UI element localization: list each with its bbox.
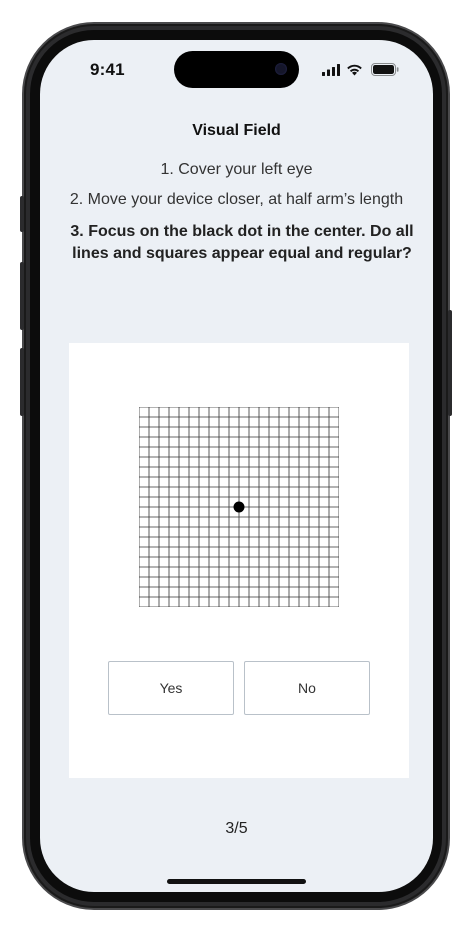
app-screen: 9:41 Visual Field 1. Cover your left eye… bbox=[40, 40, 433, 892]
action-button bbox=[20, 196, 24, 232]
instruction-step-2: 2. Move your device closer, at half arm’… bbox=[69, 191, 404, 208]
status-icons bbox=[322, 62, 402, 78]
battery-icon bbox=[371, 63, 399, 76]
volume-down-button bbox=[20, 348, 24, 416]
no-button[interactable]: No bbox=[244, 661, 370, 715]
progress-indicator: 3/5 bbox=[225, 820, 248, 837]
instruction-step-1: 1. Cover your left eye bbox=[160, 161, 313, 178]
cellular-signal-icon bbox=[322, 64, 340, 76]
focus-dot bbox=[233, 501, 245, 513]
dynamic-island bbox=[174, 51, 299, 88]
amsler-grid bbox=[139, 407, 339, 607]
yes-button[interactable]: Yes bbox=[108, 661, 234, 715]
status-time: 9:41 bbox=[90, 60, 125, 79]
home-indicator[interactable] bbox=[167, 879, 306, 884]
volume-up-button bbox=[20, 262, 24, 330]
page-title: Visual Field bbox=[192, 122, 281, 139]
camera-icon bbox=[275, 63, 287, 75]
power-button bbox=[448, 310, 452, 416]
instruction-step-3: 3. Focus on the black dot in the center.… bbox=[70, 223, 414, 262]
wifi-icon bbox=[347, 64, 362, 76]
test-card: Yes No bbox=[69, 343, 409, 778]
